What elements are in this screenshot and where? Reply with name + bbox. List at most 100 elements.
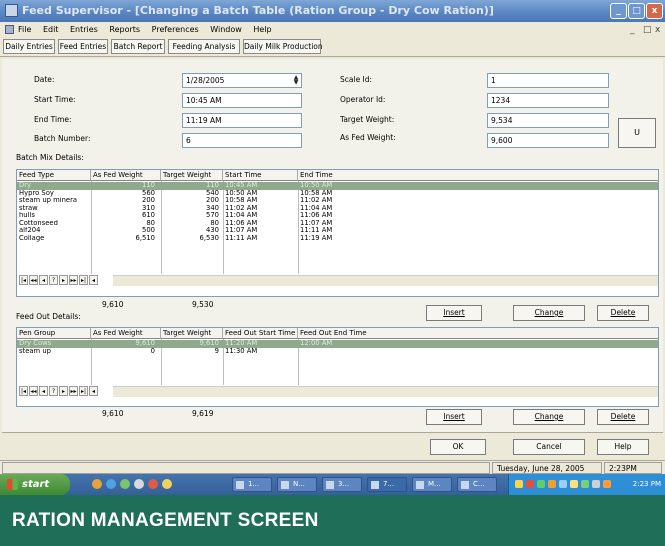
table-row[interactable]: Collage 6,510 6,530 11:11 AM 11:19 AM <box>17 235 658 243</box>
col-header[interactable]: Feed Out Start Time <box>223 328 298 339</box>
menu-file[interactable]: File <box>18 25 31 34</box>
as-fed-weight-field[interactable]: 9,600 <box>487 133 609 148</box>
taskbar-item-active[interactable]: 7... <box>367 477 407 492</box>
nav-first-icon[interactable]: |◂ <box>19 275 28 285</box>
table-row[interactable]: alf204 500 430 11:07 AM 11:11 AM <box>17 227 658 235</box>
menu-entries[interactable]: Entries <box>70 25 98 34</box>
nav-help-icon[interactable]: ? <box>49 275 58 285</box>
mdi-minimize-button[interactable]: _ <box>630 23 635 38</box>
feed-horizontal-scrollbar[interactable] <box>113 386 658 397</box>
nav-prev-icon[interactable]: ◂ <box>39 275 48 285</box>
nav-prev-page-icon[interactable]: ◂◂ <box>29 275 38 285</box>
maximize-button[interactable]: □ <box>628 3 645 19</box>
batch-horizontal-scrollbar[interactable] <box>113 275 658 286</box>
scale-id-field[interactable]: 1 <box>487 73 609 88</box>
taskbar-item[interactable]: M... <box>412 477 452 492</box>
tab-daily-entries[interactable]: Daily Entries <box>3 39 55 54</box>
cancel-button[interactable]: Cancel <box>513 439 585 455</box>
tray-update-icon[interactable] <box>548 480 556 488</box>
quicklaunch-folder-icon[interactable] <box>162 479 172 489</box>
ok-button[interactable]: OK <box>430 439 486 455</box>
taskbar-item[interactable]: 3... <box>322 477 362 492</box>
col-header[interactable]: As Fed Weight <box>91 170 161 181</box>
menu-help[interactable]: Help <box>253 25 271 34</box>
tray-app-icon[interactable] <box>603 480 611 488</box>
u-button[interactable]: U <box>618 118 656 148</box>
feed-insert-button[interactable]: Insert <box>426 409 482 425</box>
taskbar-clock: 2:23 PM <box>632 480 661 488</box>
table-row[interactable]: straw 310 340 11:02 AM 11:04 AM <box>17 205 658 213</box>
col-header[interactable]: As Fed Weight <box>91 328 161 339</box>
taskbar-item[interactable]: C... <box>457 477 497 492</box>
batch-change-button[interactable]: Change <box>513 305 585 321</box>
table-row[interactable]: steam up 0 9 11:30 AM <box>17 348 658 356</box>
batch-delete-button[interactable]: Delete <box>597 305 649 321</box>
scroll-left-icon[interactable]: ◂ <box>89 275 98 285</box>
col-header[interactable]: Pen Group <box>17 328 91 339</box>
batch-insert-button[interactable]: Insert <box>426 305 482 321</box>
table-row[interactable]: steam up minera 200 200 10:58 AM 11:02 AM <box>17 197 658 205</box>
tray-security-icon[interactable] <box>570 480 578 488</box>
menu-edit[interactable]: Edit <box>43 25 59 34</box>
tab-feeding-analysis[interactable]: Feeding Analysis <box>168 39 240 54</box>
menu-reports[interactable]: Reports <box>109 25 140 34</box>
col-header[interactable]: Start Time <box>223 170 298 181</box>
operator-id-label: Operator Id: <box>340 95 386 104</box>
taskbar-item[interactable]: 1... <box>232 477 272 492</box>
nav-first-icon[interactable]: |◂ <box>19 386 28 396</box>
quicklaunch-ie-icon[interactable] <box>106 479 116 489</box>
quicklaunch-browser-icon[interactable] <box>92 479 102 489</box>
tray-network-icon[interactable] <box>537 480 545 488</box>
nav-last-icon[interactable]: ▸| <box>79 275 88 285</box>
tray-mail-icon[interactable] <box>515 480 523 488</box>
col-header[interactable]: Feed Out End Time <box>298 328 658 339</box>
nav-prev-page-icon[interactable]: ◂◂ <box>29 386 38 396</box>
taskbar-item[interactable]: N... <box>277 477 317 492</box>
start-time-field[interactable]: 10:45 AM <box>182 93 302 108</box>
tray-antivirus-icon[interactable] <box>526 480 534 488</box>
table-row[interactable]: Cottonseed 80 80 11:06 AM 11:07 AM <box>17 220 658 228</box>
date-spinner-icon[interactable]: ▲ ▼ <box>292 75 300 86</box>
mdi-restore-button[interactable]: □ <box>643 23 652 38</box>
col-header[interactable]: Feed Type <box>17 170 91 181</box>
quicklaunch-media-icon[interactable] <box>134 479 144 489</box>
nav-next-icon[interactable]: ▸ <box>59 275 68 285</box>
tray-messenger-icon[interactable] <box>559 480 567 488</box>
tab-feed-entries[interactable]: Feed Entries <box>58 39 108 54</box>
start-button[interactable]: start <box>0 474 70 495</box>
table-row[interactable]: Dry 110 110 10:45 AM 10:50 AM <box>17 182 658 190</box>
col-header[interactable]: Target Weight <box>161 328 223 339</box>
quicklaunch-desktop-icon[interactable] <box>120 479 130 489</box>
table-cell: 9,610 <box>135 340 155 347</box>
quicklaunch-app-icon[interactable] <box>148 479 158 489</box>
nav-next-page-icon[interactable]: ▸▸ <box>69 386 78 396</box>
menu-window[interactable]: Window <box>210 25 242 34</box>
tray-sync-icon[interactable] <box>581 480 589 488</box>
mdi-close-button[interactable]: x <box>655 23 660 38</box>
end-time-field[interactable]: 11:19 AM <box>182 113 302 128</box>
menu-preferences[interactable]: Preferences <box>152 25 199 34</box>
table-row[interactable]: hulls 610 570 11:04 AM 11:06 AM <box>17 212 658 220</box>
batch-number-field[interactable]: 6 <box>182 133 302 148</box>
date-field[interactable]: 1/28/2005 ▲ ▼ <box>182 73 302 88</box>
feed-change-button[interactable]: Change <box>513 409 585 425</box>
nav-last-icon[interactable]: ▸| <box>79 386 88 396</box>
tab-daily-milk-production[interactable]: Daily Milk Production <box>243 39 323 54</box>
help-button[interactable]: Help <box>597 439 649 455</box>
tab-batch-report[interactable]: Batch Report <box>111 39 165 54</box>
nav-next-page-icon[interactable]: ▸▸ <box>69 275 78 285</box>
tray-volume-icon[interactable] <box>592 480 600 488</box>
feed-delete-button[interactable]: Delete <box>597 409 649 425</box>
table-row[interactable]: Dry Cows 9,610 9,610 11:20 AM 12:00 AM <box>17 340 658 348</box>
target-weight-field[interactable]: 9,534 <box>487 113 609 128</box>
col-header[interactable]: End Time <box>298 170 658 181</box>
close-button[interactable]: x <box>646 3 663 19</box>
nav-prev-icon[interactable]: ◂ <box>39 386 48 396</box>
scroll-left-icon[interactable]: ◂ <box>89 386 98 396</box>
nav-help-icon[interactable]: ? <box>49 386 58 396</box>
col-header[interactable]: Target Weight <box>161 170 223 181</box>
table-row[interactable]: Hypro Soy 560 540 10:50 AM 10:58 AM <box>17 190 658 198</box>
minimize-button[interactable]: _ <box>610 3 627 19</box>
nav-next-icon[interactable]: ▸ <box>59 386 68 396</box>
operator-id-field[interactable]: 1234 <box>487 93 609 108</box>
